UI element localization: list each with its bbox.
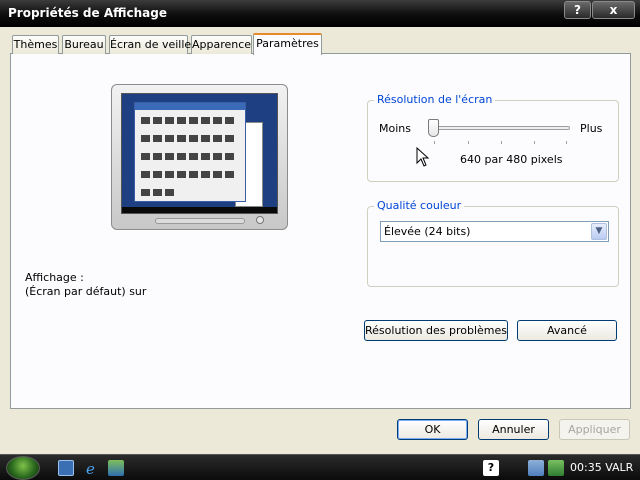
slider-tick	[566, 141, 567, 144]
preview-thumbnail	[141, 135, 150, 142]
tab-settings[interactable]: Paramètres	[253, 33, 322, 55]
preview-thumbnail	[153, 153, 162, 160]
preview-window-front	[134, 102, 246, 202]
security-tray-icon[interactable]	[548, 460, 564, 476]
preview-thumbnail	[189, 171, 198, 178]
resolution-legend: Résolution de l'écran	[374, 93, 496, 106]
preview-thumbnail	[225, 153, 234, 160]
tab-desktop[interactable]: Bureau	[62, 35, 106, 54]
resolution-slider-track[interactable]	[430, 126, 570, 130]
show-desktop-icon[interactable]	[58, 460, 74, 476]
preview-thumbnail	[201, 153, 210, 160]
preview-thumbnail	[165, 117, 174, 124]
preview-thumbnail	[141, 153, 150, 160]
taskbar-clock: 00:35 VALR	[570, 461, 634, 474]
color-quality-legend: Qualité couleur	[374, 199, 465, 212]
preview-thumbnail	[225, 135, 234, 142]
taskbar: e ? 00:35 VALR	[0, 454, 640, 480]
preview-thumbnail	[201, 171, 210, 178]
monitor-base	[155, 218, 245, 224]
display-properties-window: Propriétés de Affichage ? x Thèmes Burea…	[0, 0, 640, 454]
cancel-button[interactable]: Annuler	[478, 419, 549, 440]
chevron-down-icon[interactable]: ▼	[591, 223, 607, 240]
resolution-group: Résolution de l'écran Moins Plus 640 par…	[367, 93, 619, 182]
preview-thumbnail	[177, 135, 186, 142]
preview-thumbnail	[177, 171, 186, 178]
advanced-button[interactable]: Avancé	[517, 320, 617, 341]
preview-thumbnail	[141, 189, 150, 196]
resolution-more-label: Plus	[580, 122, 603, 135]
start-button[interactable]	[6, 456, 40, 480]
preview-thumbnail	[153, 171, 162, 178]
preview-thumbnail	[177, 117, 186, 124]
resolution-value: 640 par 480 pixels	[460, 153, 563, 166]
preview-thumbnail	[213, 171, 222, 178]
ok-button[interactable]: OK	[397, 419, 468, 440]
slider-tick	[434, 141, 435, 144]
slider-tick	[501, 141, 502, 144]
display-label: Affichage :	[25, 271, 84, 284]
preview-thumbnail	[189, 153, 198, 160]
display-device: (Écran par défaut) sur	[25, 285, 147, 298]
power-button-icon	[256, 216, 264, 224]
troubleshoot-button[interactable]: Résolution des problèmes	[364, 320, 508, 341]
tab-themes[interactable]: Thèmes	[12, 35, 59, 54]
slider-tick	[468, 141, 469, 144]
svg-text:e: e	[86, 460, 95, 476]
tab-screensaver[interactable]: Écran de veille	[109, 35, 191, 54]
preview-thumbnail	[213, 135, 222, 142]
network-tray-icon[interactable]	[528, 460, 544, 476]
color-quality-select[interactable]: Élevée (24 bits) ▼	[380, 221, 609, 242]
preview-thumbnail	[153, 189, 162, 196]
preview-thumbnail	[213, 153, 222, 160]
preview-thumbnail	[225, 171, 234, 178]
mouse-pointer-icon	[416, 147, 430, 167]
color-quality-group: Qualité couleur Élevée (24 bits) ▼	[367, 199, 619, 287]
slider-tick	[534, 141, 535, 144]
preview-thumbnail	[165, 171, 174, 178]
preview-thumbnail	[153, 117, 162, 124]
monitor-screen	[121, 93, 278, 214]
tab-appearance[interactable]: Apparence	[191, 35, 252, 54]
preview-thumbnail	[165, 135, 174, 142]
preview-thumbnail	[165, 153, 174, 160]
resolution-slider-thumb[interactable]	[428, 119, 439, 137]
title-bar[interactable]: Propriétés de Affichage ? x	[0, 0, 640, 27]
preview-thumbnail	[213, 117, 222, 124]
preview-thumbnail	[189, 117, 198, 124]
preview-thumbnail	[141, 171, 150, 178]
preview-thumbnail	[153, 135, 162, 142]
preview-thumbnail	[201, 135, 210, 142]
window-title: Propriétés de Affichage	[8, 6, 167, 20]
monitor-preview	[111, 84, 288, 230]
preview-thumbnail	[201, 117, 210, 124]
preview-thumbnail	[189, 135, 198, 142]
help-button[interactable]: ?	[564, 1, 591, 19]
display-properties-taskbar-icon[interactable]	[108, 460, 124, 476]
color-quality-value: Élevée (24 bits)	[384, 225, 471, 238]
preview-thumbnail	[165, 189, 174, 196]
close-button[interactable]: x	[592, 1, 635, 19]
apply-button[interactable]: Appliquer	[559, 419, 630, 440]
internet-explorer-icon[interactable]: e	[84, 460, 100, 478]
display-info: Affichage : (Écran par défaut) sur	[25, 271, 146, 299]
preview-thumbnail	[141, 117, 150, 124]
preview-thumbnails	[139, 115, 243, 205]
preview-thumbnail	[177, 153, 186, 160]
preview-taskbar	[122, 207, 277, 213]
help-tray-icon[interactable]: ?	[483, 460, 499, 476]
preview-thumbnail	[225, 117, 234, 124]
resolution-less-label: Moins	[379, 122, 411, 135]
